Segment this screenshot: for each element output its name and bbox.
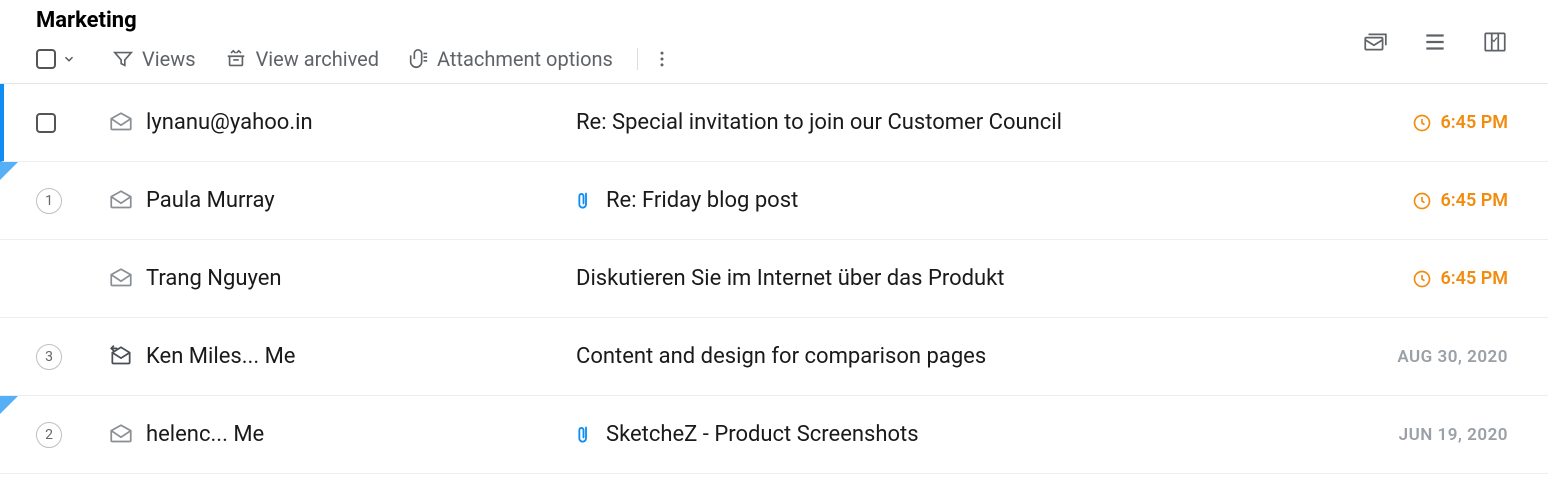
subject-text: Content and design for comparison pages xyxy=(576,344,986,369)
view-switcher xyxy=(1362,29,1508,55)
subject: Re: Friday blog post xyxy=(576,188,1348,213)
checkbox-icon xyxy=(36,113,56,133)
row-selector[interactable]: 1 xyxy=(36,188,96,214)
more-menu-button[interactable] xyxy=(652,49,672,69)
timestamp: AUG 30, 2020 xyxy=(1348,347,1548,367)
row-selector[interactable] xyxy=(36,113,96,133)
flag-indicator xyxy=(0,396,18,414)
reply-icon xyxy=(96,344,146,370)
sender: lynanu@yahoo.in xyxy=(146,110,576,135)
thread-count-badge: 1 xyxy=(36,188,62,214)
attachment-options-label: Attachment options xyxy=(437,47,613,71)
kebab-icon xyxy=(652,49,672,69)
time-text: JUN 19, 2020 xyxy=(1399,425,1508,445)
envelope-icon xyxy=(96,188,146,214)
views-label: Views xyxy=(142,47,196,71)
subject-text: Re: Special invitation to join our Custo… xyxy=(576,110,1062,135)
views-button[interactable]: Views xyxy=(112,47,196,71)
thread-count-badge: 2 xyxy=(36,422,62,448)
subject: Content and design for comparison pages xyxy=(576,344,1348,369)
folder-title: Marketing xyxy=(36,8,1548,33)
subject: Diskutieren Sie im Internet über das Pro… xyxy=(576,266,1348,291)
paperclip-icon xyxy=(407,48,429,70)
list-view-icon[interactable] xyxy=(1422,29,1448,55)
clock-icon xyxy=(1412,113,1432,133)
timestamp: JUN 19, 2020 xyxy=(1348,425,1548,445)
envelope-icon xyxy=(96,110,146,136)
folder-header: Marketing Views View archived xyxy=(0,0,1548,84)
sender: Paula Murray xyxy=(146,188,576,213)
stacked-mail-icon[interactable] xyxy=(1362,29,1388,55)
attachment-options-button[interactable]: Attachment options xyxy=(407,47,613,71)
time-text: 6:45 PM xyxy=(1440,112,1508,133)
email-list: lynanu@yahoo.inRe: Special invitation to… xyxy=(0,84,1548,474)
columns-icon[interactable] xyxy=(1482,29,1508,55)
timestamp: 6:45 PM xyxy=(1348,190,1548,211)
email-row[interactable]: lynanu@yahoo.inRe: Special invitation to… xyxy=(0,84,1548,162)
email-row[interactable]: 2 helenc... Me SketcheZ - Product Screensh… xyxy=(0,396,1548,474)
funnel-icon xyxy=(112,48,134,70)
email-row[interactable]: 1 Paula Murray Re: Friday blog post 6:45 PM xyxy=(0,162,1548,240)
checkbox-icon xyxy=(36,49,56,69)
email-row[interactable]: Trang NguyenDiskutieren Sie im Internet … xyxy=(0,240,1548,318)
toolbar: Views View archived Attachment options xyxy=(0,47,1548,84)
separator xyxy=(637,48,638,70)
subject-text: Diskutieren Sie im Internet über das Pro… xyxy=(576,266,1005,291)
chevron-down-icon xyxy=(62,52,76,66)
select-all[interactable] xyxy=(36,49,76,69)
view-archived-label: View archived xyxy=(256,47,379,71)
time-text: 6:45 PM xyxy=(1440,190,1508,211)
subject-text: SketcheZ - Product Screenshots xyxy=(606,422,919,447)
subject: SketcheZ - Product Screenshots xyxy=(576,422,1348,447)
attachment-icon xyxy=(576,189,596,213)
timestamp: 6:45 PM xyxy=(1348,112,1548,133)
thread-count-badge: 3 xyxy=(36,344,62,370)
time-text: 6:45 PM xyxy=(1440,268,1508,289)
subject-text: Re: Friday blog post xyxy=(606,188,798,213)
sender: Ken Miles... Me xyxy=(146,344,576,369)
attachment-icon xyxy=(576,423,596,447)
archive-icon xyxy=(224,48,248,70)
sender: helenc... Me xyxy=(146,422,576,447)
clock-icon xyxy=(1412,191,1432,211)
envelope-icon xyxy=(96,266,146,292)
envelope-icon xyxy=(96,422,146,448)
sender: Trang Nguyen xyxy=(146,266,576,291)
row-selector[interactable]: 2 xyxy=(36,422,96,448)
subject: Re: Special invitation to join our Custo… xyxy=(576,110,1348,135)
time-text: AUG 30, 2020 xyxy=(1397,347,1508,367)
flag-indicator xyxy=(0,162,18,180)
timestamp: 6:45 PM xyxy=(1348,268,1548,289)
row-selector[interactable]: 3 xyxy=(36,344,96,370)
clock-icon xyxy=(1412,269,1432,289)
email-row[interactable]: 3 Ken Miles... MeContent and design for c… xyxy=(0,318,1548,396)
view-archived-button[interactable]: View archived xyxy=(224,47,379,71)
